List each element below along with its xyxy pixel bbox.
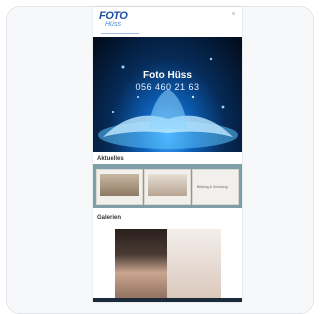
hero-banner: Foto Hüss 056 460 21 63 [93,37,242,152]
news-card[interactable] [144,169,191,205]
news-card-text: Bildung & Schulung [197,185,228,189]
gallery-image[interactable] [115,229,167,302]
news-heading: Aktuelles [97,156,124,162]
hero-title: Foto Hüss [143,70,192,81]
bottom-bar [93,298,242,302]
menu-icon[interactable] [232,12,235,15]
hero-phone[interactable]: 056 460 21 63 [93,82,242,92]
gallery-image[interactable] [167,229,221,302]
logo-script: Hüss [105,21,121,28]
water-splash-image [98,57,238,149]
gallery-heading: Galerien [97,215,122,221]
logo-underline [101,33,139,34]
news-thumbnail [148,174,187,196]
news-card[interactable] [96,169,143,205]
site-header: FOTO Hüss [93,7,242,37]
news-strip: Bildung & Schulung [93,164,242,208]
news-thumbnail [100,174,139,196]
news-card[interactable]: Bildung & Schulung [192,169,239,205]
mobile-page-preview[interactable]: FOTO Hüss Foto Hüss 056 460 21 63 Aktuel… [93,7,242,302]
